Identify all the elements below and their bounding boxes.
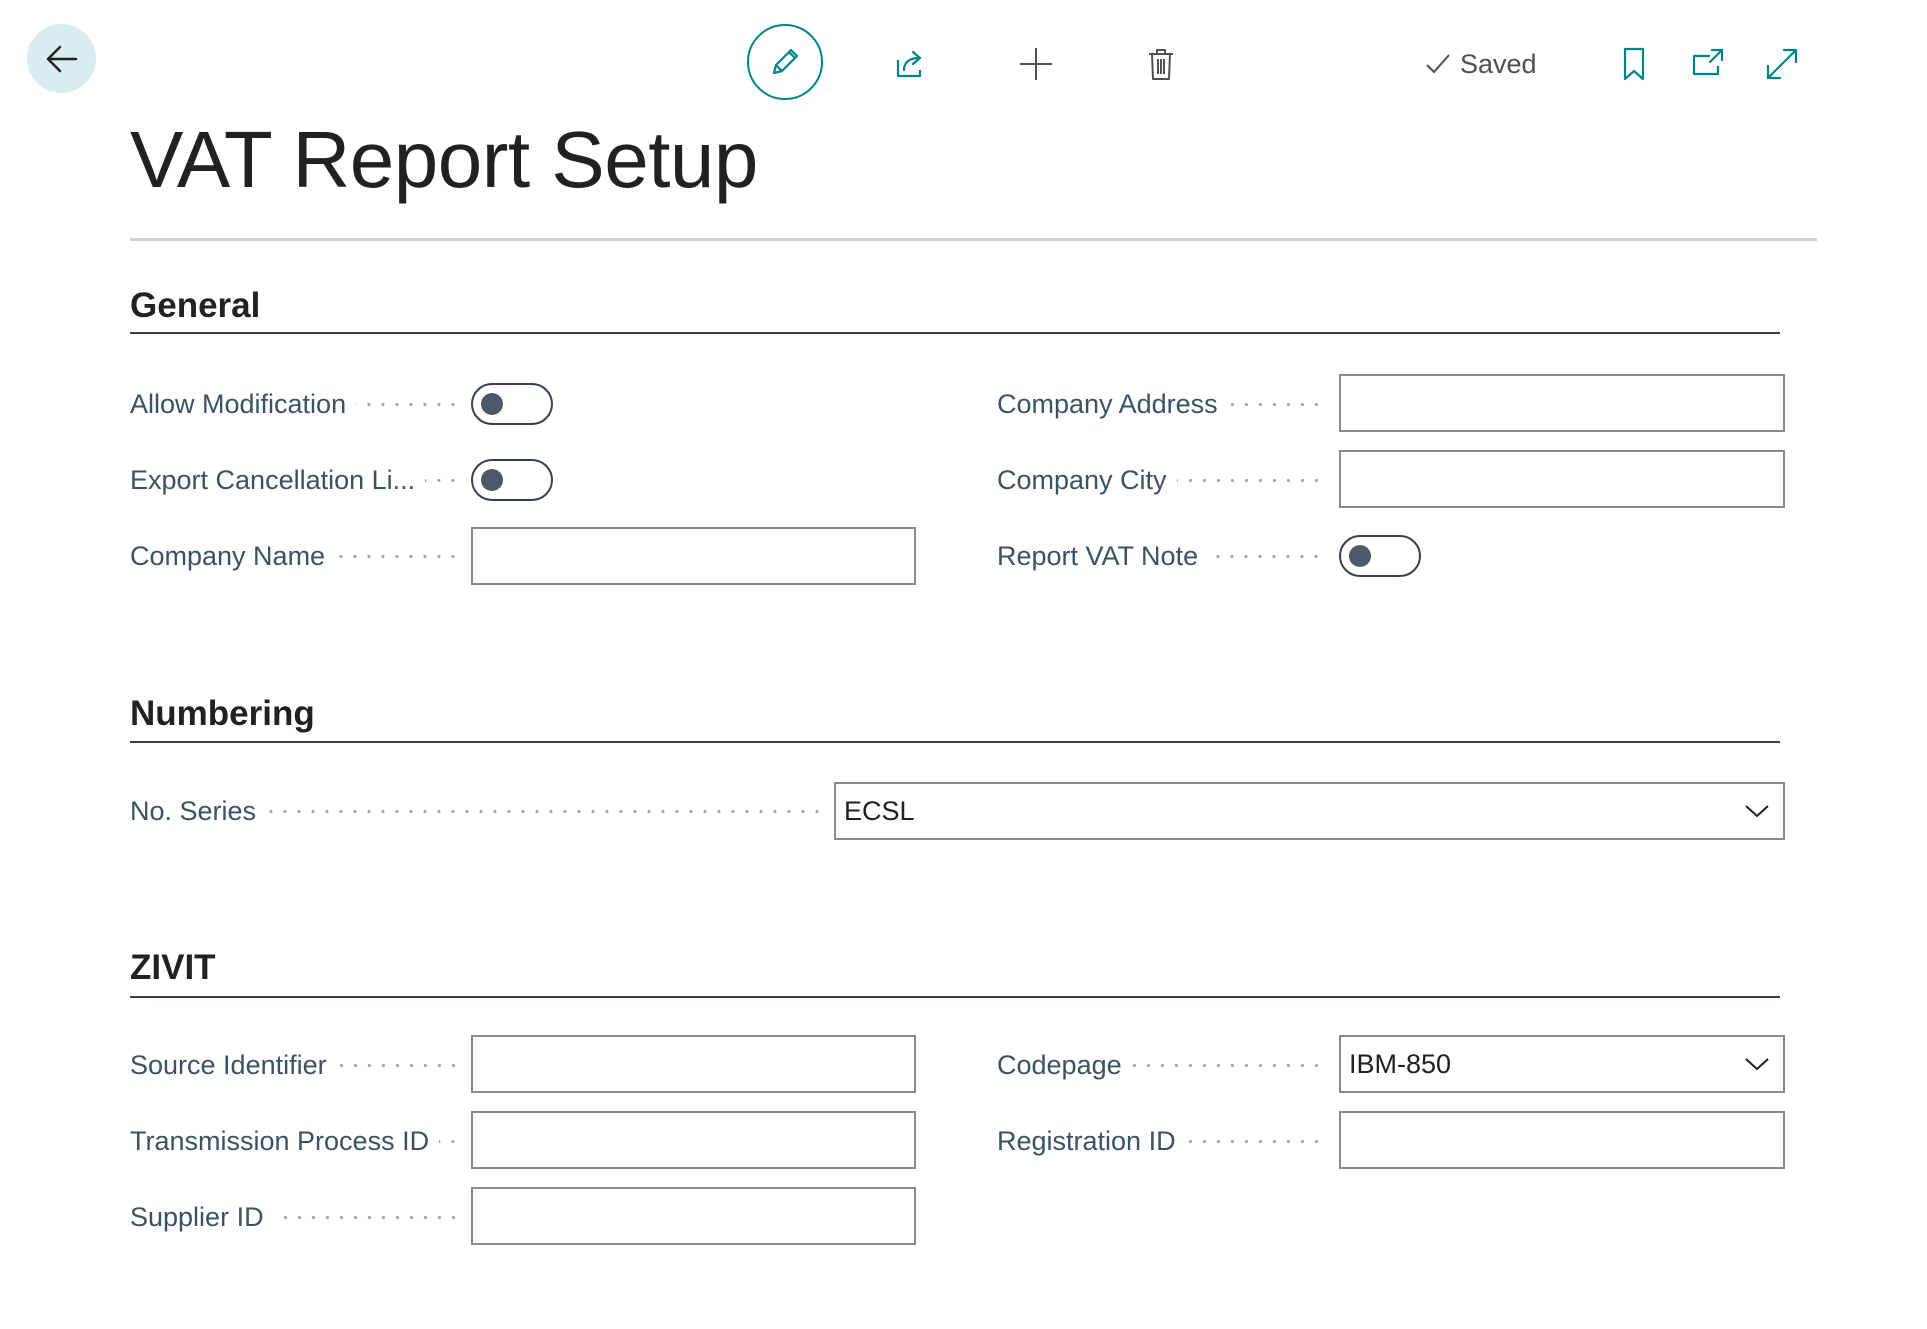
export-cancellation-label: Export Cancellation Li...	[130, 451, 466, 509]
title-divider	[130, 238, 1817, 241]
delete-button[interactable]	[1135, 38, 1187, 90]
saved-label: Saved	[1460, 48, 1537, 79]
section-divider-zivit	[130, 996, 1780, 998]
codepage-value: IBM-850	[1349, 1048, 1452, 1079]
saved-status: Saved	[1424, 44, 1537, 84]
share-button[interactable]	[884, 38, 936, 90]
checkmark-icon	[1426, 54, 1450, 74]
edit-button[interactable]	[747, 24, 823, 100]
supplier-id-label: Supplier ID	[130, 1188, 466, 1246]
registration-id-input[interactable]	[1339, 1111, 1785, 1169]
allow-modification-label: Allow Modification	[130, 375, 466, 433]
source-identifier-label: Source Identifier	[130, 1036, 466, 1094]
company-name-input[interactable]	[471, 527, 916, 585]
popout-icon	[1692, 48, 1724, 76]
section-title-zivit: ZIVIT	[130, 948, 216, 987]
open-new-window-button[interactable]	[1682, 38, 1734, 90]
back-arrow-icon	[46, 45, 77, 72]
company-city-input[interactable]	[1339, 450, 1785, 508]
no-series-select[interactable]: ECSL	[834, 782, 1785, 840]
export-cancellation-toggle[interactable]	[471, 459, 553, 501]
chevron-down-icon	[1743, 797, 1771, 825]
company-city-label: Company City	[997, 451, 1329, 509]
plus-icon	[1020, 48, 1052, 80]
pencil-icon	[772, 48, 799, 75]
supplier-id-input[interactable]	[471, 1187, 916, 1245]
source-identifier-input[interactable]	[471, 1035, 916, 1093]
section-title-general: General	[130, 286, 261, 325]
new-button[interactable]	[1010, 38, 1062, 90]
trash-icon	[1149, 49, 1173, 80]
toggle-knob	[1349, 545, 1371, 567]
no-series-label: No. Series	[130, 782, 830, 840]
toggle-knob	[481, 393, 503, 415]
allow-modification-toggle[interactable]	[471, 383, 553, 425]
page-title: VAT Report Setup	[130, 115, 758, 204]
share-icon	[896, 50, 922, 78]
codepage-select[interactable]: IBM-850	[1339, 1035, 1785, 1093]
section-divider-general	[130, 332, 1780, 334]
bookmark-icon	[1623, 47, 1645, 81]
bookmark-button[interactable]	[1612, 38, 1656, 90]
codepage-label: Codepage	[997, 1036, 1329, 1094]
company-address-input[interactable]	[1339, 374, 1785, 432]
no-series-value: ECSL	[844, 795, 915, 826]
expand-icon	[1766, 48, 1798, 80]
chevron-down-icon	[1743, 1050, 1771, 1078]
toggle-knob	[481, 469, 503, 491]
registration-id-label: Registration ID	[997, 1112, 1329, 1170]
section-divider-numbering	[130, 741, 1780, 743]
report-vat-note-toggle[interactable]	[1339, 535, 1421, 577]
back-button[interactable]	[27, 24, 96, 93]
company-name-label: Company Name	[130, 527, 466, 585]
transmission-process-id-input[interactable]	[471, 1111, 916, 1169]
report-vat-note-label: Report VAT Note	[997, 527, 1329, 585]
section-title-numbering: Numbering	[130, 694, 315, 733]
transmission-process-id-label: Transmission Process ID	[130, 1112, 466, 1170]
company-address-label: Company Address	[997, 375, 1329, 433]
expand-button[interactable]	[1756, 38, 1808, 90]
